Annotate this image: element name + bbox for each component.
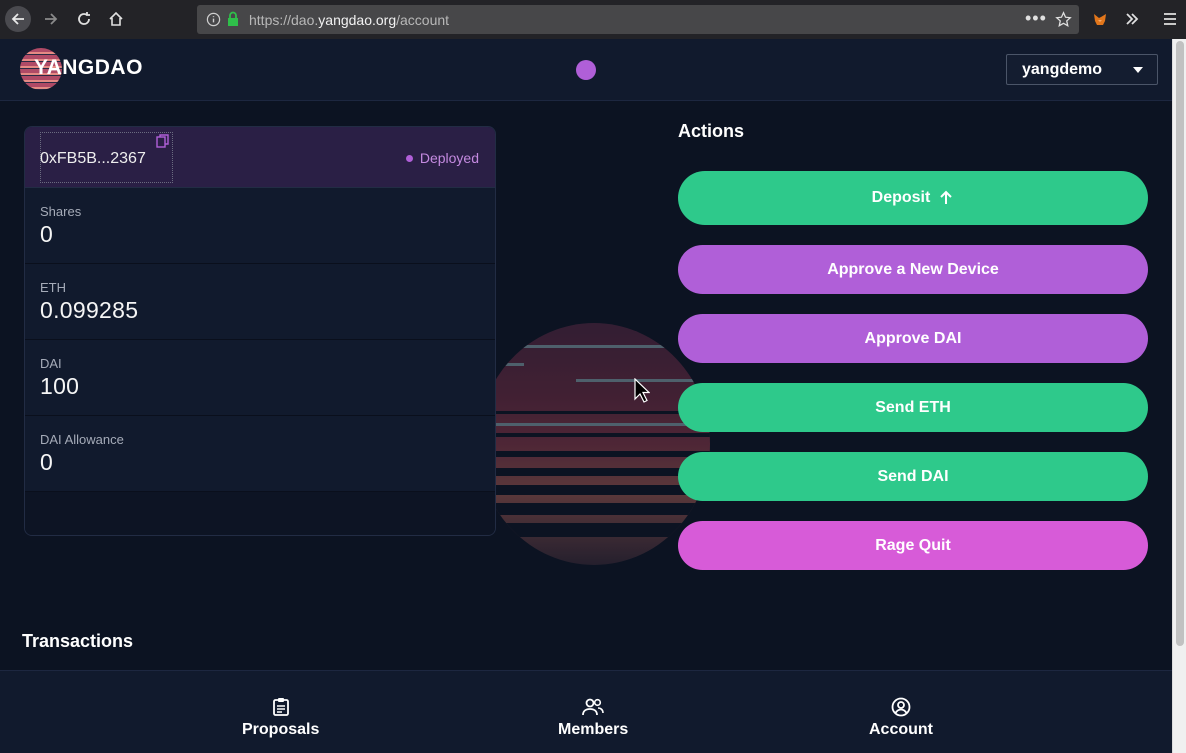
send-eth-button[interactable]: Send ETH	[678, 383, 1148, 432]
stat-dai-allowance: DAI Allowance 0	[25, 416, 495, 492]
approve-new-device-button[interactable]: Approve a New Device	[678, 245, 1148, 294]
send-dai-button[interactable]: Send DAI	[678, 452, 1148, 501]
user-select[interactable]: yangdemo	[1006, 54, 1158, 85]
network-status-indicator	[576, 60, 596, 80]
metamask-fox-icon[interactable]	[1092, 11, 1108, 27]
page-scrollbar[interactable]	[1172, 39, 1186, 753]
account-card-header: 0xFB5B...2367 Deployed	[25, 127, 495, 188]
account-address[interactable]: 0xFB5B...2367	[40, 150, 146, 168]
star-icon[interactable]	[1055, 11, 1072, 28]
rage-quit-button[interactable]: Rage Quit	[678, 521, 1148, 570]
home-icon[interactable]	[103, 6, 129, 32]
account-card: 0xFB5B...2367 Deployed Shares 0 ETH 0.09…	[24, 126, 496, 536]
menu-icon[interactable]	[1162, 11, 1178, 27]
deposit-button[interactable]: Deposit	[678, 171, 1148, 225]
overflow-icon[interactable]	[1124, 11, 1140, 27]
account-card-footer	[25, 492, 495, 535]
user-circle-icon	[891, 697, 911, 717]
copy-icon[interactable]	[156, 134, 170, 148]
url-bar[interactable]: https://dao.yangdao.org/account •••	[197, 5, 1079, 34]
forward-arrow-icon[interactable]	[38, 6, 64, 32]
browser-toolbar: https://dao.yangdao.org/account •••	[0, 0, 1186, 39]
approve-dai-button[interactable]: Approve DAI	[678, 314, 1148, 363]
decorative-sun-graphic	[478, 323, 710, 565]
user-select-value: yangdemo	[1022, 60, 1103, 78]
transactions-heading: Transactions	[22, 631, 134, 651]
nav-item-proposals[interactable]: Proposals	[242, 697, 319, 739]
chevron-down-icon	[1133, 67, 1143, 73]
more-icon[interactable]: •••	[1025, 8, 1047, 29]
nav-item-account[interactable]: Account	[869, 697, 933, 739]
logo[interactable]: YANGDAO	[34, 56, 143, 80]
status-dot-icon	[405, 154, 413, 162]
back-arrow-icon[interactable]	[5, 6, 31, 32]
scrollbar-thumb[interactable]	[1176, 41, 1184, 646]
people-icon	[582, 698, 604, 716]
nav-item-members[interactable]: Members	[558, 697, 628, 739]
app-header: YANGDAO yangdemo	[0, 39, 1172, 101]
actions-heading: Actions	[678, 121, 745, 141]
url-text: https://dao.yangdao.org/account	[249, 11, 450, 28]
stat-dai: DAI 100	[25, 340, 495, 416]
arrow-up-icon	[940, 190, 953, 204]
stat-shares: Shares 0	[25, 188, 495, 264]
clipboard-icon	[272, 698, 289, 716]
stat-eth: ETH 0.099285	[25, 264, 495, 340]
deployed-status-badge: Deployed	[405, 150, 479, 166]
reload-icon[interactable]	[71, 6, 97, 32]
bottom-navigation: Proposals Members Account	[0, 670, 1172, 753]
mouse-cursor-icon	[634, 378, 650, 403]
lock-icon	[228, 11, 238, 26]
info-icon[interactable]	[206, 12, 221, 27]
